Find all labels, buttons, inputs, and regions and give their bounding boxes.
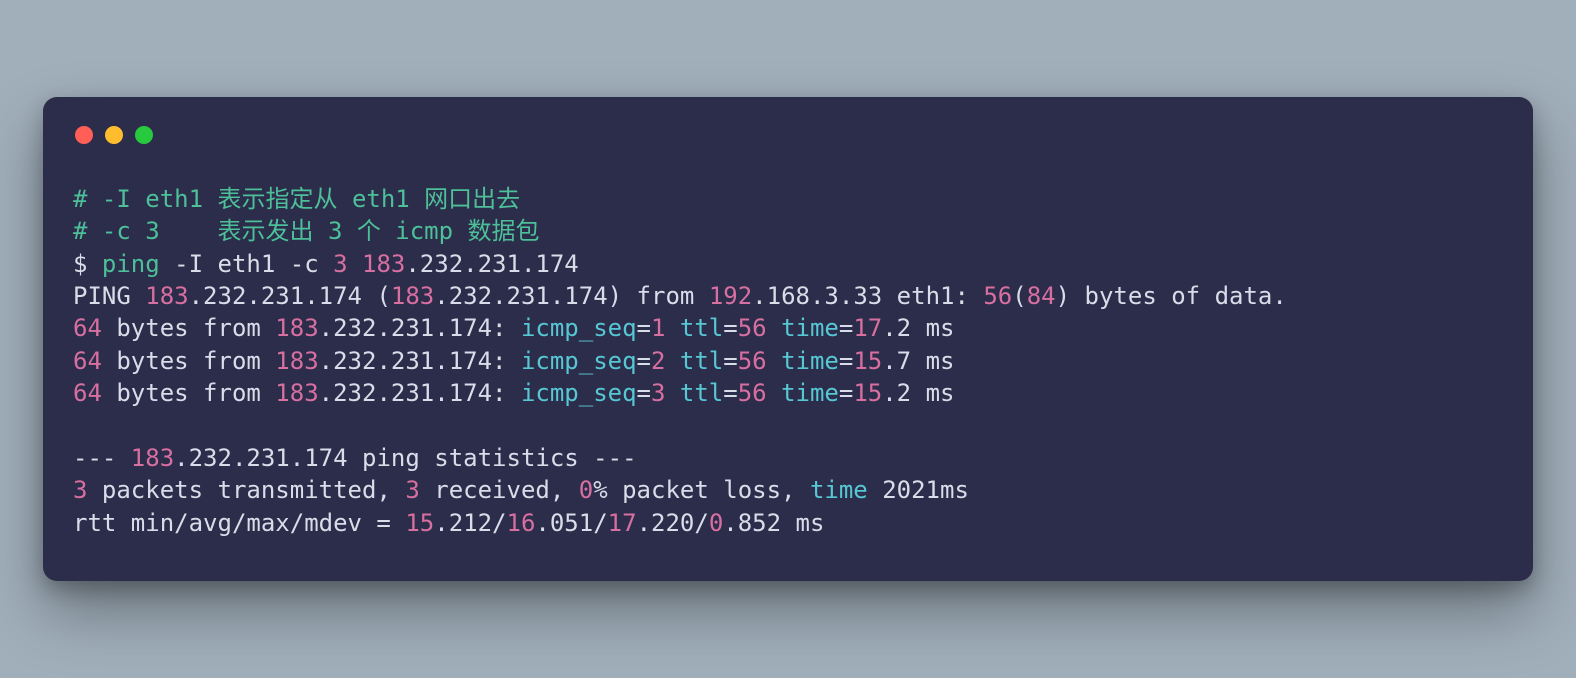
key: icmp_seq bbox=[521, 379, 637, 407]
num: 15 bbox=[405, 509, 434, 537]
eq: = bbox=[723, 347, 737, 375]
eq: = bbox=[839, 379, 853, 407]
num: 16 bbox=[507, 509, 536, 537]
ping-header: PING bbox=[73, 282, 145, 310]
num: 17 bbox=[853, 314, 882, 342]
eq: = bbox=[839, 347, 853, 375]
comment-line-1: # -I eth1 表示指定从 eth1 网口出去 bbox=[73, 185, 520, 213]
num: 3 bbox=[405, 476, 419, 504]
key: icmp_seq bbox=[521, 347, 637, 375]
num: 183 bbox=[275, 314, 318, 342]
num: 192 bbox=[709, 282, 752, 310]
num: 0 bbox=[709, 509, 723, 537]
txt: bytes from bbox=[102, 379, 275, 407]
cmd-num: 3 183 bbox=[333, 250, 405, 278]
prompt-symbol: $ bbox=[73, 250, 102, 278]
num: 183 bbox=[131, 444, 174, 472]
txt: ( bbox=[1012, 282, 1026, 310]
eq: = bbox=[637, 379, 651, 407]
txt: .7 ms bbox=[882, 347, 954, 375]
num: 15 bbox=[853, 379, 882, 407]
txt: bytes from bbox=[102, 347, 275, 375]
txt: packets transmitted, bbox=[87, 476, 405, 504]
txt: .220/ bbox=[637, 509, 709, 537]
cmd-ping: ping bbox=[102, 250, 174, 278]
txt: .232.231.174 ping statistics --- bbox=[174, 444, 636, 472]
txt: .051/ bbox=[535, 509, 607, 537]
key: ttl bbox=[680, 379, 723, 407]
txt: .852 ms bbox=[723, 509, 824, 537]
txt: % packet loss, bbox=[593, 476, 810, 504]
window-titlebar bbox=[75, 121, 1503, 149]
txt: .232.231.174: bbox=[319, 314, 521, 342]
key: ttl bbox=[680, 314, 723, 342]
num: 64 bbox=[73, 379, 102, 407]
num: 17 bbox=[608, 509, 637, 537]
txt: .232.231.174) from bbox=[434, 282, 709, 310]
num: 3 bbox=[651, 379, 680, 407]
num: 3 bbox=[73, 476, 87, 504]
num: 64 bbox=[73, 347, 102, 375]
minimize-icon[interactable] bbox=[105, 126, 123, 144]
txt: received, bbox=[420, 476, 579, 504]
txt: .212/ bbox=[434, 509, 506, 537]
key: time bbox=[781, 314, 839, 342]
num: 183 bbox=[391, 282, 434, 310]
eq: = bbox=[839, 314, 853, 342]
eq: = bbox=[637, 314, 651, 342]
close-icon[interactable] bbox=[75, 126, 93, 144]
cmd-args: -I eth1 -c bbox=[174, 250, 333, 278]
stats-header: --- bbox=[73, 444, 131, 472]
txt: .2 ms bbox=[882, 379, 954, 407]
terminal-output: # -I eth1 表示指定从 eth1 网口出去 # -c 3 表示发出 3 … bbox=[73, 183, 1503, 539]
eq: = bbox=[637, 347, 651, 375]
num: 64 bbox=[73, 314, 102, 342]
num: 2 bbox=[651, 347, 680, 375]
txt: ) bytes of data. bbox=[1056, 282, 1287, 310]
num: 56 bbox=[983, 282, 1012, 310]
key: ttl bbox=[680, 347, 723, 375]
rtt-label: rtt min/avg/max/mdev = bbox=[73, 509, 405, 537]
txt: .168.3.33 eth1: bbox=[752, 282, 983, 310]
txt: .2 ms bbox=[882, 314, 954, 342]
comment-line-2: # -c 3 表示发出 3 个 icmp 数据包 bbox=[73, 217, 540, 245]
key: time bbox=[810, 476, 868, 504]
num: 183 bbox=[145, 282, 188, 310]
num: 1 bbox=[651, 314, 680, 342]
num: 84 bbox=[1027, 282, 1056, 310]
txt: .232.231.174: bbox=[319, 379, 521, 407]
key: time bbox=[781, 347, 839, 375]
cmd-ip-rest: .232.231.174 bbox=[405, 250, 578, 278]
key: time bbox=[781, 379, 839, 407]
maximize-icon[interactable] bbox=[135, 126, 153, 144]
num: 56 bbox=[738, 347, 781, 375]
txt: .232.231.174: bbox=[319, 347, 521, 375]
num: 15 bbox=[853, 347, 882, 375]
terminal-window: # -I eth1 表示指定从 eth1 网口出去 # -c 3 表示发出 3 … bbox=[43, 97, 1533, 581]
num: 56 bbox=[738, 314, 781, 342]
stage: # -I eth1 表示指定从 eth1 网口出去 # -c 3 表示发出 3 … bbox=[0, 0, 1576, 678]
num: 183 bbox=[275, 379, 318, 407]
txt: bytes from bbox=[102, 314, 275, 342]
txt: 2021ms bbox=[868, 476, 969, 504]
num: 56 bbox=[738, 379, 781, 407]
num: 183 bbox=[275, 347, 318, 375]
eq: = bbox=[723, 379, 737, 407]
key: icmp_seq bbox=[521, 314, 637, 342]
eq: = bbox=[723, 314, 737, 342]
txt: .232.231.174 ( bbox=[189, 282, 391, 310]
num: 0 bbox=[579, 476, 593, 504]
